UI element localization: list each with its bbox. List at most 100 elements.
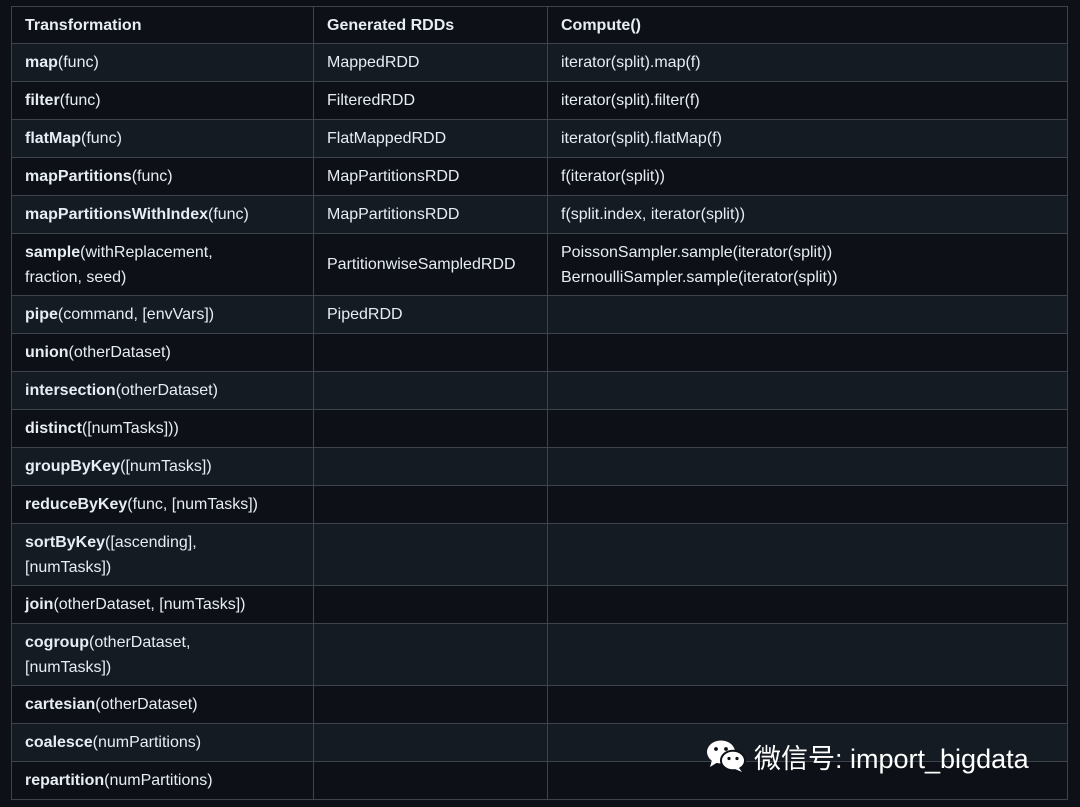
generated-rdd-cell	[313, 685, 548, 724]
generated-rdd-cell: MappedRDD	[313, 43, 548, 82]
transformation-cell: intersection(otherDataset)	[11, 371, 314, 410]
generated-rdd-cell	[313, 371, 548, 410]
transformation-name: cogroup	[25, 633, 89, 651]
transformation-args: (func, [numTasks])	[127, 496, 258, 513]
generated-rdd-cell	[313, 447, 548, 486]
transformation-args: (otherDataset)	[68, 344, 171, 361]
transformation-cell: filter(func)	[11, 81, 314, 120]
table-row: mapPartitionsWithIndex(func) MapPartition…	[11, 195, 1068, 234]
transformation-cell: sortByKey([ascending], [numTasks])	[11, 523, 314, 586]
transformation-args-continued: [numTasks])	[25, 658, 112, 676]
compute-expression: iterator(split).filter(f)	[561, 92, 700, 109]
transformation-cell: mapPartitionsWithIndex(func)	[11, 195, 314, 234]
transformation-name: pipe	[25, 306, 58, 323]
compute-cell	[547, 409, 1068, 448]
transformation-cell: cartesian(otherDataset)	[11, 685, 314, 724]
compute-expression: iterator(split).flatMap(f)	[561, 130, 722, 147]
transformation-cell: sample(withReplacement, fraction, seed)	[11, 233, 314, 296]
transformation-args: ([numTasks]))	[81, 420, 179, 437]
wechat-icon	[707, 740, 746, 772]
transformation-args: ([ascending],	[105, 533, 197, 551]
generated-rdd-cell	[313, 623, 548, 686]
transformation-name: groupByKey	[25, 458, 121, 475]
generated-rdd-cell	[313, 723, 548, 762]
generated-rdd-cell	[313, 485, 548, 524]
compute-cell: iterator(split).filter(f)	[547, 81, 1068, 120]
compute-cell: PoissonSampler.sample(iterator(split)) Be…	[547, 233, 1068, 296]
column-header-compute: Compute()	[547, 6, 1068, 44]
generated-rdd-cell: FlatMappedRDD	[313, 119, 548, 158]
transformation-args: (otherDataset)	[115, 382, 218, 399]
transformation-cell: coalesce(numPartitions)	[11, 723, 314, 762]
transformation-args: (otherDataset, [numTasks])	[53, 596, 246, 613]
transformation-cell: cogroup(otherDataset, [numTasks])	[11, 623, 314, 686]
table-row: map(func) MappedRDD iterator(split).map(f)	[11, 43, 1068, 82]
transformation-name: sample	[25, 243, 81, 261]
transformation-name: intersection	[25, 382, 116, 399]
transformation-name: cartesian	[25, 696, 96, 713]
generated-rdd-cell	[313, 585, 548, 624]
table-row: groupByKey([numTasks])	[11, 447, 1068, 486]
compute-cell	[547, 523, 1068, 586]
compute-expression: PoissonSampler.sample(iterator(split))	[561, 243, 833, 261]
generated-rdd-cell: MapPartitionsRDD	[313, 195, 548, 234]
transformation-args: (command, [envVars])	[57, 306, 215, 323]
transformation-cell: repartition(numPartitions)	[11, 761, 314, 800]
compute-cell	[547, 623, 1068, 686]
watermark-text: 微信号: import_bigdata	[754, 743, 1029, 774]
generated-rdd-cell: MapPartitionsRDD	[313, 157, 548, 196]
transformation-args-continued: [numTasks])	[25, 558, 112, 576]
transformation-name: distinct	[25, 420, 82, 437]
table-row: filter(func) FilteredRDD iterator(split).f…	[11, 81, 1068, 120]
transformation-cell: distinct([numTasks]))	[11, 409, 314, 448]
transformation-args: (func)	[57, 54, 99, 71]
table-row: join(otherDataset, [numTasks])	[11, 585, 1068, 624]
generated-rdd-cell	[313, 523, 548, 586]
transformation-name: filter	[25, 92, 60, 109]
transformation-cell: flatMap(func)	[11, 119, 314, 158]
table-row: cogroup(otherDataset, [numTasks])	[11, 623, 1068, 686]
transformation-cell: groupByKey([numTasks])	[11, 447, 314, 486]
transformation-args: (otherDataset)	[95, 696, 198, 713]
transformation-args: (numPartitions)	[92, 734, 202, 751]
transformation-args: (otherDataset,	[89, 633, 191, 651]
transformation-args-continued: fraction, seed)	[25, 268, 127, 286]
transformation-cell: pipe(command, [envVars])	[11, 295, 314, 334]
table-row: distinct([numTasks]))	[11, 409, 1068, 448]
transformation-args: ([numTasks])	[120, 458, 212, 475]
table-row: intersection(otherDataset)	[11, 371, 1068, 410]
table-header-row: Transformation Generated RDDs Compute()	[11, 6, 1068, 44]
compute-cell	[547, 485, 1068, 524]
transformation-cell: join(otherDataset, [numTasks])	[11, 585, 314, 624]
transformation-cell: union(otherDataset)	[11, 333, 314, 372]
compute-expression: f(split.index, iterator(split))	[561, 206, 746, 223]
generated-rdd-cell: PipedRDD	[313, 295, 548, 334]
transformation-cell: mapPartitions(func)	[11, 157, 314, 196]
generated-rdd-cell	[313, 333, 548, 372]
transformation-args: (withReplacement,	[80, 243, 213, 261]
compute-expression: BernoulliSampler.sample(iterator(split))	[561, 268, 838, 286]
wechat-watermark: 微信号: import_bigdata	[706, 735, 1029, 777]
table-row: sortByKey([ascending], [numTasks])	[11, 523, 1068, 586]
generated-rdd-cell	[313, 409, 548, 448]
compute-cell	[547, 333, 1068, 372]
table-row: cartesian(otherDataset)	[11, 685, 1068, 724]
compute-cell: f(split.index, iterator(split))	[547, 195, 1068, 234]
compute-expression: iterator(split).map(f)	[561, 54, 701, 71]
transformation-args: (func)	[207, 206, 249, 223]
transformation-args: (func)	[59, 92, 101, 109]
table-row: mapPartitions(func) MapPartitionsRDD f(ite…	[11, 157, 1068, 196]
table-row: pipe(command, [envVars]) PipedRDD	[11, 295, 1068, 334]
compute-cell	[547, 447, 1068, 486]
transformation-name: reduceByKey	[25, 496, 128, 513]
transformations-table: Transformation Generated RDDs Compute() …	[11, 6, 1068, 800]
table-row: union(otherDataset)	[11, 333, 1068, 372]
transformation-args: (func)	[81, 130, 122, 147]
transformation-name: map	[25, 54, 58, 71]
transformation-name: union	[25, 344, 69, 361]
transformation-name: repartition	[25, 772, 105, 789]
transformation-name: sortByKey	[25, 533, 106, 551]
column-header-transformation: Transformation	[11, 6, 314, 44]
transformation-args: (func)	[131, 168, 173, 185]
generated-rdd-cell: FilteredRDD	[313, 81, 548, 120]
